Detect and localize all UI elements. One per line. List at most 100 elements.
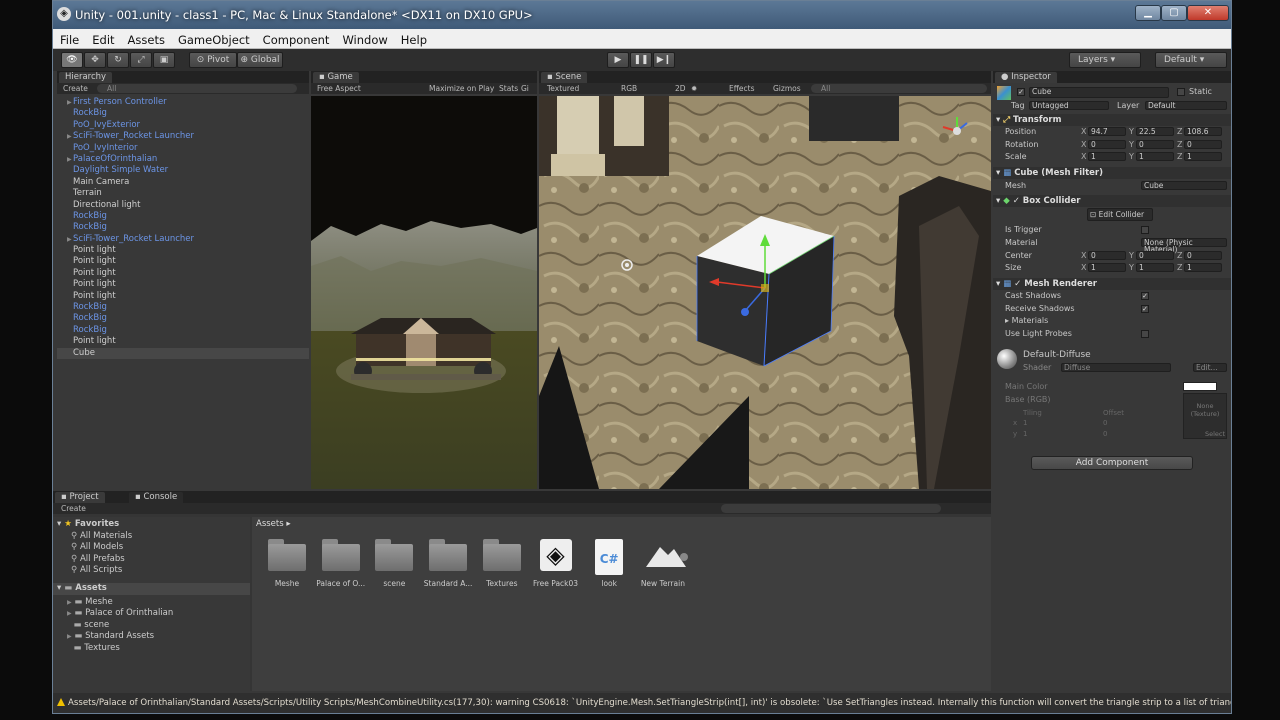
- close-button[interactable]: ✕: [1187, 5, 1229, 21]
- effects-dropdown[interactable]: Effects: [729, 83, 755, 94]
- asset-item[interactable]: Palace of O...: [314, 539, 368, 588]
- texture-select-button[interactable]: Select: [1205, 430, 1225, 438]
- transform-scale-x-field[interactable]: 1: [1088, 152, 1126, 161]
- tab-inspector[interactable]: ● Inspector: [995, 72, 1057, 83]
- asset-item[interactable]: Standard A...: [421, 539, 475, 588]
- favorite-item[interactable]: ⚲ All Scripts: [71, 565, 122, 575]
- shader-dropdown[interactable]: Diffuse: [1061, 363, 1171, 372]
- tiling-x-value[interactable]: 1: [1023, 419, 1027, 427]
- hand-tool-icon[interactable]: 👁: [61, 52, 83, 68]
- menu-file[interactable]: File: [53, 30, 85, 47]
- transform-position-x-field[interactable]: 94.7: [1088, 127, 1126, 136]
- hierarchy-item[interactable]: ▶SciFi-Tower_Rocket Launcher: [57, 131, 309, 142]
- asset-item[interactable]: scene: [367, 539, 421, 588]
- scene-search-input[interactable]: All: [811, 84, 987, 93]
- favorite-item[interactable]: ⚲ All Materials: [71, 531, 132, 541]
- light-probes-checkbox[interactable]: [1141, 330, 1149, 338]
- console-status-bar[interactable]: Assets/Palace of Orinthalian/Standard As…: [53, 693, 1231, 713]
- tree-folder-item[interactable]: ▶ ▬ Meshe: [67, 597, 113, 607]
- lighting-toggle-icon[interactable]: ✹: [691, 83, 697, 94]
- asset-item[interactable]: Textures: [475, 539, 529, 588]
- move-tool-icon[interactable]: ✥: [84, 52, 106, 68]
- hierarchy-item[interactable]: Point light: [57, 245, 309, 256]
- hierarchy-item[interactable]: Point light: [57, 279, 309, 290]
- step-button[interactable]: ▶❙: [653, 52, 675, 68]
- asset-item[interactable]: Meshe: [260, 539, 314, 588]
- hierarchy-item[interactable]: PoO_IvyExterior: [57, 120, 309, 131]
- is-trigger-checkbox[interactable]: [1141, 226, 1149, 234]
- transform-rotation-y-field[interactable]: 0: [1136, 139, 1174, 149]
- collider-size-x-field[interactable]: 1: [1088, 263, 1126, 272]
- layout-dropdown[interactable]: Default ▾: [1155, 52, 1227, 68]
- tiling-y-value[interactable]: 1: [1023, 430, 1027, 438]
- hierarchy-item[interactable]: Main Camera: [57, 177, 309, 188]
- transform-header[interactable]: ▾ ⤢ Transform: [993, 114, 1231, 126]
- aspect-dropdown[interactable]: Free Aspect: [317, 83, 361, 94]
- hierarchy-item[interactable]: ▶SciFi-Tower_Rocket Launcher: [57, 234, 309, 245]
- tag-dropdown[interactable]: Untagged: [1029, 101, 1109, 110]
- menu-window[interactable]: Window: [335, 30, 393, 47]
- collider-size-y-field[interactable]: 1: [1136, 263, 1174, 272]
- game-gizmos-toggle[interactable]: Gi: [521, 83, 529, 94]
- rotate-tool-icon[interactable]: ↻: [107, 52, 129, 68]
- hierarchy-item[interactable]: Directional light: [57, 200, 309, 211]
- hierarchy-item[interactable]: Cube: [57, 347, 309, 359]
- hierarchy-item[interactable]: ▶PalaceOfOrinthalian: [57, 154, 309, 165]
- tab-project[interactable]: ▪ Project: [55, 492, 105, 503]
- layer-dropdown[interactable]: Default: [1145, 101, 1227, 110]
- asset-item[interactable]: New Terrain: [636, 539, 690, 588]
- hierarchy-item[interactable]: ▶First Person Controller: [57, 97, 309, 108]
- project-search-input[interactable]: [721, 504, 941, 513]
- transform-rotation-z-field[interactable]: 0: [1184, 139, 1222, 149]
- transform-position-z-field[interactable]: 108.6: [1184, 127, 1222, 136]
- project-create-button[interactable]: Create: [61, 503, 86, 514]
- maximize-on-play-toggle[interactable]: Maximize on Play: [429, 83, 494, 94]
- hierarchy-search-input[interactable]: All: [97, 84, 297, 93]
- add-component-button[interactable]: Add Component: [1031, 456, 1193, 470]
- hierarchy-item[interactable]: RockBig: [57, 222, 309, 233]
- hierarchy-item[interactable]: Terrain: [57, 188, 309, 199]
- tab-scene[interactable]: ▪ Scene: [541, 72, 588, 83]
- transform-scale-y-field[interactable]: 1: [1136, 152, 1174, 161]
- edit-collider-button[interactable]: ⊡ Edit Collider: [1087, 208, 1153, 221]
- assets-breadcrumb[interactable]: Assets ▸: [256, 519, 291, 529]
- main-color-swatch[interactable]: [1183, 382, 1217, 391]
- maximize-button[interactable]: ▢: [1161, 5, 1187, 21]
- hierarchy-item[interactable]: RockBig: [57, 313, 309, 324]
- transform-rotation-x-field[interactable]: 0: [1088, 139, 1126, 149]
- game-viewport[interactable]: [311, 96, 537, 489]
- layers-dropdown[interactable]: Layers ▾: [1069, 52, 1141, 68]
- menu-component[interactable]: Component: [256, 30, 336, 47]
- hierarchy-item[interactable]: Point light: [57, 336, 309, 347]
- scale-tool-icon[interactable]: ⤢: [130, 52, 152, 68]
- offset-x-value[interactable]: 0: [1103, 419, 1107, 427]
- hierarchy-item[interactable]: PoO_IvyInterior: [57, 143, 309, 154]
- mesh-filter-header[interactable]: ▾ ▦ Cube (Mesh Filter): [993, 167, 1231, 179]
- menu-gameobject[interactable]: GameObject: [171, 30, 256, 47]
- collider-material-field[interactable]: None (Physic Material): [1141, 238, 1227, 253]
- hierarchy-item[interactable]: Point light: [57, 268, 309, 279]
- menu-assets[interactable]: Assets: [121, 30, 171, 47]
- assets-root[interactable]: ▾ ▬ Assets: [53, 583, 250, 595]
- favorite-item[interactable]: ⚲ All Models: [71, 542, 123, 552]
- pivot-toggle[interactable]: ⊙ Pivot: [189, 52, 237, 68]
- materials-foldout[interactable]: ▸ Materials: [1005, 316, 1048, 325]
- hierarchy-item[interactable]: Point light: [57, 291, 309, 302]
- transform-scale-z-field[interactable]: 1: [1184, 152, 1222, 161]
- favorite-item[interactable]: ⚲ All Prefabs: [71, 554, 125, 564]
- hierarchy-item[interactable]: RockBig: [57, 108, 309, 119]
- pause-button[interactable]: ❚❚: [630, 52, 652, 68]
- mesh-field[interactable]: Cube: [1141, 181, 1227, 190]
- cast-shadows-checkbox[interactable]: ✓: [1141, 292, 1149, 300]
- mesh-renderer-header[interactable]: ▾ ▦ ✓ Mesh Renderer: [993, 278, 1231, 290]
- collider-center-y-field[interactable]: 0: [1136, 251, 1174, 260]
- menu-help[interactable]: Help: [394, 30, 433, 47]
- favorites-root[interactable]: ▾ ★ Favorites: [57, 519, 119, 529]
- collider-center-z-field[interactable]: 0: [1184, 251, 1222, 260]
- collider-size-z-field[interactable]: 1: [1184, 263, 1222, 272]
- receive-shadows-checkbox[interactable]: ✓: [1141, 305, 1149, 313]
- tab-console[interactable]: ▪ Console: [129, 492, 184, 503]
- hierarchy-item[interactable]: RockBig: [57, 325, 309, 336]
- render-mode-dropdown[interactable]: Textured: [547, 83, 579, 94]
- offset-y-value[interactable]: 0: [1103, 430, 1107, 438]
